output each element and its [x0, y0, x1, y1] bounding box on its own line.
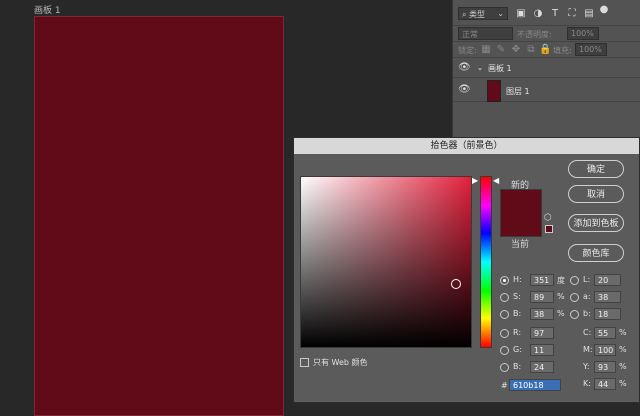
layer-row[interactable]: 👁 图层 1	[453, 78, 640, 102]
filter-adjustment-icon[interactable]: ◑	[532, 8, 544, 20]
cube-icon[interactable]: ⬡	[544, 213, 552, 223]
degree-unit: 度	[557, 276, 565, 285]
opacity-input[interactable]: 100%	[567, 27, 599, 40]
lock-row: 锁定: ▦ ✎ ✥ ⧉ 🔒 填充: 100%	[453, 42, 640, 58]
saturation-input[interactable]: 89	[530, 291, 554, 303]
radio-s[interactable]	[500, 293, 509, 302]
c-label: C:	[583, 328, 592, 337]
blend-row: 正常 不透明度: 100%	[453, 26, 640, 42]
saturation-brightness-field[interactable]	[300, 176, 472, 348]
search-icon: ⌕	[462, 10, 467, 19]
percent-unit: %	[619, 345, 627, 354]
layer-group-row[interactable]: 👁 ⌄ 画板 1	[453, 58, 640, 78]
eye-icon[interactable]: 👁	[458, 84, 471, 96]
r-label: R:	[513, 328, 522, 337]
radio-l[interactable]	[570, 276, 579, 285]
opacity-label: 不透明度:	[517, 30, 552, 39]
percent-unit: %	[619, 379, 627, 388]
brightness-label: B:	[513, 309, 522, 318]
layers-panel: ⌕ 类型 ⌄ ▣ ◑ T ⛶ ▤ ● 正常 不透明度: 100% 锁定: ▦ ✎…	[452, 0, 640, 140]
chevron-down-icon: ⌄	[497, 9, 504, 18]
color-libraries-button[interactable]: 颜色库	[568, 244, 624, 262]
group-name: 画板 1	[488, 64, 512, 73]
web-only-checkbox[interactable]	[300, 358, 309, 367]
h-label: H:	[513, 275, 522, 284]
magenta-input[interactable]: 100	[594, 344, 616, 356]
layer-thumbnail	[487, 80, 501, 102]
percent-unit: %	[557, 292, 565, 301]
radio-brightness[interactable]	[500, 310, 509, 319]
radio-a[interactable]	[570, 293, 579, 302]
lock-all-icon[interactable]: 🔒	[539, 44, 551, 56]
filter-toggle-icon[interactable]: ●	[598, 4, 610, 16]
green-input[interactable]: 11	[530, 344, 554, 356]
color-cursor[interactable]	[451, 279, 461, 289]
g-label: G:	[513, 345, 522, 354]
lab-b-input[interactable]: 18	[594, 308, 621, 320]
hue-slider-right-arrow[interactable]: ◀	[493, 177, 499, 185]
l-label: L:	[583, 275, 591, 284]
radio-r[interactable]	[500, 329, 509, 338]
y-label: Y:	[583, 362, 590, 371]
lock-transparent-icon[interactable]: ▦	[480, 44, 492, 56]
percent-unit: %	[619, 362, 627, 371]
lock-label: 锁定:	[458, 46, 477, 55]
ok-button[interactable]: 确定	[568, 160, 624, 178]
yellow-input[interactable]: 93	[594, 361, 616, 373]
radio-lab-b[interactable]	[570, 310, 579, 319]
filter-type-icon[interactable]: T	[549, 8, 561, 20]
a-label: a:	[583, 292, 591, 301]
web-safe-swatch[interactable]	[545, 225, 553, 233]
lock-position-icon[interactable]: ✥	[510, 44, 522, 56]
filter-smart-object-icon[interactable]: ▤	[583, 8, 595, 20]
blue-label: B:	[513, 362, 522, 371]
hex-input[interactable]: 610b18	[509, 379, 561, 391]
layer-filter-row: ⌕ 类型 ⌄ ▣ ◑ T ⛶ ▤ ●	[453, 0, 640, 26]
eye-icon[interactable]: 👁	[458, 62, 471, 74]
blend-mode-select[interactable]: 正常	[458, 27, 513, 40]
radio-g[interactable]	[500, 346, 509, 355]
black-input[interactable]: 44	[594, 378, 616, 390]
filter-shape-icon[interactable]: ⛶	[566, 8, 578, 20]
brightness-input[interactable]: 38	[530, 308, 554, 320]
radio-blue[interactable]	[500, 363, 509, 372]
filter-pixel-icon[interactable]: ▣	[515, 8, 527, 20]
fill-label: 填充:	[553, 46, 572, 55]
layer-filter-select[interactable]: ⌕ 类型 ⌄	[458, 7, 508, 20]
m-label: M:	[583, 345, 593, 354]
hue-slider[interactable]	[480, 176, 492, 348]
hue-input[interactable]: 351	[530, 274, 554, 286]
artboard-canvas[interactable]	[34, 16, 284, 416]
percent-unit: %	[619, 328, 627, 337]
chevron-down-icon[interactable]: ⌄	[474, 62, 486, 74]
layer-filter-value: 类型	[469, 10, 486, 19]
color-picker-dialog: 拾色器（前景色） ▶ ◀ 新的 ⬡ 当前 确定 取消 添加到色板 颜色库 H: …	[293, 137, 640, 403]
new-color-swatch	[500, 189, 542, 237]
percent-unit: %	[557, 309, 565, 318]
artboard-label: 画板 1	[34, 6, 61, 16]
current-color-label: 当前	[511, 240, 530, 250]
radio-h[interactable]	[500, 276, 509, 285]
lock-artboard-icon[interactable]: ⧉	[525, 44, 537, 56]
lab-l-input[interactable]: 20	[594, 274, 621, 286]
dialog-title: 拾色器（前景色）	[294, 138, 639, 154]
blue-input[interactable]: 24	[530, 361, 554, 373]
s-label: S:	[513, 292, 521, 301]
lock-image-icon[interactable]: ✎	[495, 44, 507, 56]
hue-slider-left-arrow[interactable]: ▶	[472, 177, 478, 185]
fill-input[interactable]: 100%	[575, 43, 607, 56]
web-only-label: 只有 Web 颜色	[313, 358, 368, 367]
hex-prefix: #	[501, 381, 508, 390]
add-to-swatches-button[interactable]: 添加到色板	[568, 214, 624, 232]
lab-a-input[interactable]: 38	[594, 291, 621, 303]
red-input[interactable]: 97	[530, 327, 554, 339]
cancel-button[interactable]: 取消	[568, 185, 624, 203]
layer-name: 图层 1	[506, 87, 530, 96]
lab-b-label: b:	[583, 309, 591, 318]
cyan-input[interactable]: 55	[594, 327, 616, 339]
k-label: K:	[583, 379, 591, 388]
